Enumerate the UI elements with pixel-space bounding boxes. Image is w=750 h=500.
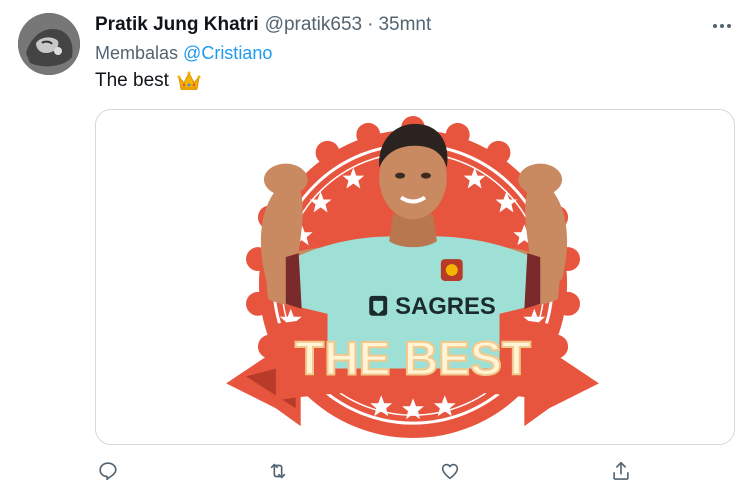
share-button[interactable]: [608, 458, 634, 484]
reply-icon: [99, 462, 117, 481]
tweet-text: The best: [95, 70, 201, 92]
like-icon: [441, 463, 459, 480]
more-options-icon[interactable]: [710, 14, 734, 38]
tweet-timestamp[interactable]: 35mnt: [378, 14, 431, 36]
jersey-sponsor-text: SAGRES: [395, 293, 496, 320]
banner-title-text: THE BEST: [295, 332, 531, 385]
like-button[interactable]: [437, 458, 463, 484]
avatar-image: [18, 13, 80, 75]
share-icon: [613, 461, 629, 480]
crown-icon: [177, 70, 201, 92]
author-name[interactable]: Pratik Jung Khatri: [95, 14, 259, 36]
author-handle[interactable]: @pratik653: [265, 14, 362, 36]
reply-context: Membalas @Cristiano: [95, 43, 272, 64]
reply-prefix: Membalas: [95, 43, 179, 63]
reply-mention-link[interactable]: @Cristiano: [183, 43, 272, 63]
tweet-actions-bar: [95, 458, 735, 488]
retweet-button[interactable]: [265, 458, 291, 484]
avatar[interactable]: [18, 13, 80, 75]
tweet[interactable]: Pratik Jung Khatri @pratik653 · 35mnt Me…: [0, 0, 750, 500]
tweet-header: Pratik Jung Khatri @pratik653 · 35mnt: [95, 14, 690, 40]
the-best-badge-image: SAGRES THE BEST: [96, 110, 734, 444]
tweet-body: The best: [95, 70, 169, 91]
tweet-media-image[interactable]: SAGRES THE BEST: [95, 109, 735, 445]
reply-button[interactable]: [95, 458, 121, 484]
separator-dot: ·: [367, 14, 374, 35]
retweet-icon: [270, 463, 286, 479]
